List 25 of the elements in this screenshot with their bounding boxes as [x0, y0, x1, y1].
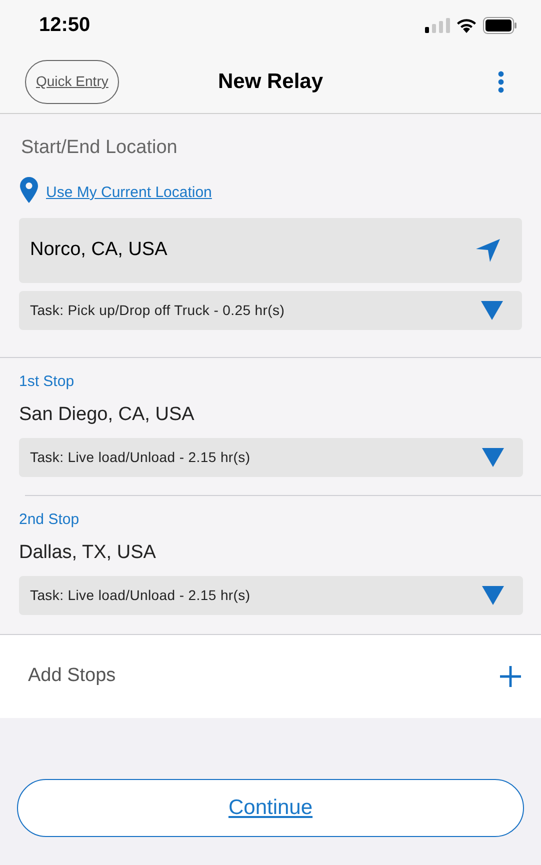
dropdown-arrow-icon[interactable] [482, 584, 504, 606]
dropdown-arrow-icon[interactable] [481, 299, 503, 321]
task-dropdown[interactable]: Task: Pick up/Drop off Truck - 0.25 hr(s) [19, 290, 522, 330]
quick-entry-button[interactable]: Quick Entry [25, 60, 120, 104]
plus-icon[interactable] [500, 666, 521, 686]
task-dropdown[interactable]: Task: Live load/Unload - 2.15 hr(s) [19, 438, 523, 476]
stop-location: San Diego, CA, USA [19, 403, 196, 427]
stop-location: Dallas, TX, USA [19, 541, 157, 565]
signal-icon [425, 17, 450, 33]
page-title: New Relay [218, 68, 324, 95]
more-menu-icon[interactable] [498, 70, 504, 92]
use-current-location-link[interactable]: Use My Current Location [46, 182, 212, 204]
add-stops-row[interactable]: Add Stops [0, 634, 541, 718]
navigation-arrow-icon[interactable] [476, 238, 500, 262]
location-field[interactable]: Norco, CA, USA [19, 218, 522, 282]
dropdown-arrow-icon[interactable] [482, 446, 504, 468]
task-dropdown[interactable]: Task: Live load/Unload - 2.15 hr(s) [19, 576, 523, 614]
stop-label: 1st Stop [19, 372, 76, 392]
battery-icon [483, 16, 517, 34]
wifi-icon [456, 17, 477, 33]
map-pin-icon [20, 176, 38, 202]
section-heading: Start/End Location [20, 136, 178, 160]
status-time: 12:50 [39, 13, 90, 38]
stop-label: 2nd Stop [19, 510, 80, 530]
continue-button[interactable]: Continue [17, 779, 524, 837]
